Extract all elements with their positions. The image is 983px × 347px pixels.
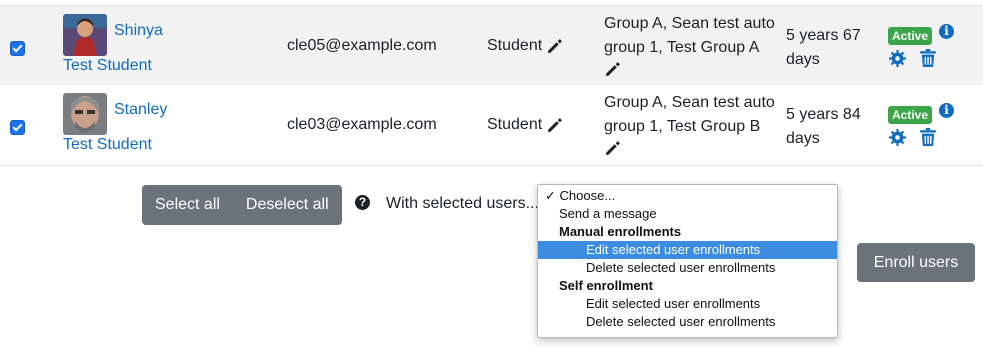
table-row: Shinya Test Student cle05@example.com St… [0,5,983,87]
user-first-name-link[interactable]: Shinya [114,22,163,40]
dropdown-option[interactable]: Delete selected user enrollments [538,259,885,277]
user-role: Student [487,37,543,54]
trash-icon[interactable] [920,128,936,146]
user-groups: Group A, Sean test auto group 1, Test Gr… [604,94,775,135]
user-groups: Group A, Sean test auto group 1, Test Gr… [604,15,775,56]
gear-icon[interactable] [889,50,906,67]
pencil-icon[interactable] [604,140,621,157]
dropdown-option[interactable]: Delete selected user enrollments [538,313,885,331]
table-row: Stanley Test Student cle03@example.com S… [0,85,983,166]
info-icon[interactable]: i [939,24,954,39]
enrolled-since: 5 years 84 days [786,106,861,147]
dropdown-option[interactable]: Edit selected user enrollments [538,241,837,259]
info-icon[interactable]: i [939,103,954,118]
pencil-icon[interactable] [546,38,563,55]
user-last-name-link[interactable]: Test Student [63,136,152,154]
row-select-checkbox[interactable] [10,120,25,135]
user-first-name-link[interactable]: Stanley [114,101,167,119]
with-selected-label: With selected users... [386,195,539,212]
status-badge: Active [888,106,933,124]
avatar[interactable] [63,14,107,56]
select-button-group: Select all Deselect all [142,185,342,225]
check-icon: ✓ [545,188,556,203]
enrolled-since: 5 years 67 days [786,27,861,68]
enroll-users-button[interactable]: Enroll users [857,243,975,282]
trash-icon[interactable] [920,49,936,67]
deselect-all-button[interactable]: Deselect all [233,185,342,225]
select-all-button[interactable]: Select all [142,185,233,225]
dropdown-option[interactable]: ✓ Choose... [538,187,844,205]
user-email: cle05@example.com [287,37,437,54]
user-role: Student [487,116,543,133]
bulk-action-dropdown[interactable]: ✓ Choose... Send a message Manual enroll… [537,184,838,338]
pencil-icon[interactable] [604,61,621,78]
avatar[interactable] [63,93,107,135]
dropdown-group-label: Manual enrollments [559,224,682,239]
status-badge: Active [888,27,933,45]
question-icon[interactable]: ? [355,195,370,210]
user-email: cle03@example.com [287,116,437,133]
pencil-icon[interactable] [546,117,563,134]
row-select-checkbox[interactable] [10,41,25,56]
dropdown-group-label: Self enrollment [559,278,653,293]
gear-icon[interactable] [889,129,906,146]
dropdown-option[interactable]: Send a message [538,205,858,223]
user-last-name-link[interactable]: Test Student [63,57,152,75]
dropdown-option[interactable]: Edit selected user enrollments [538,295,885,313]
